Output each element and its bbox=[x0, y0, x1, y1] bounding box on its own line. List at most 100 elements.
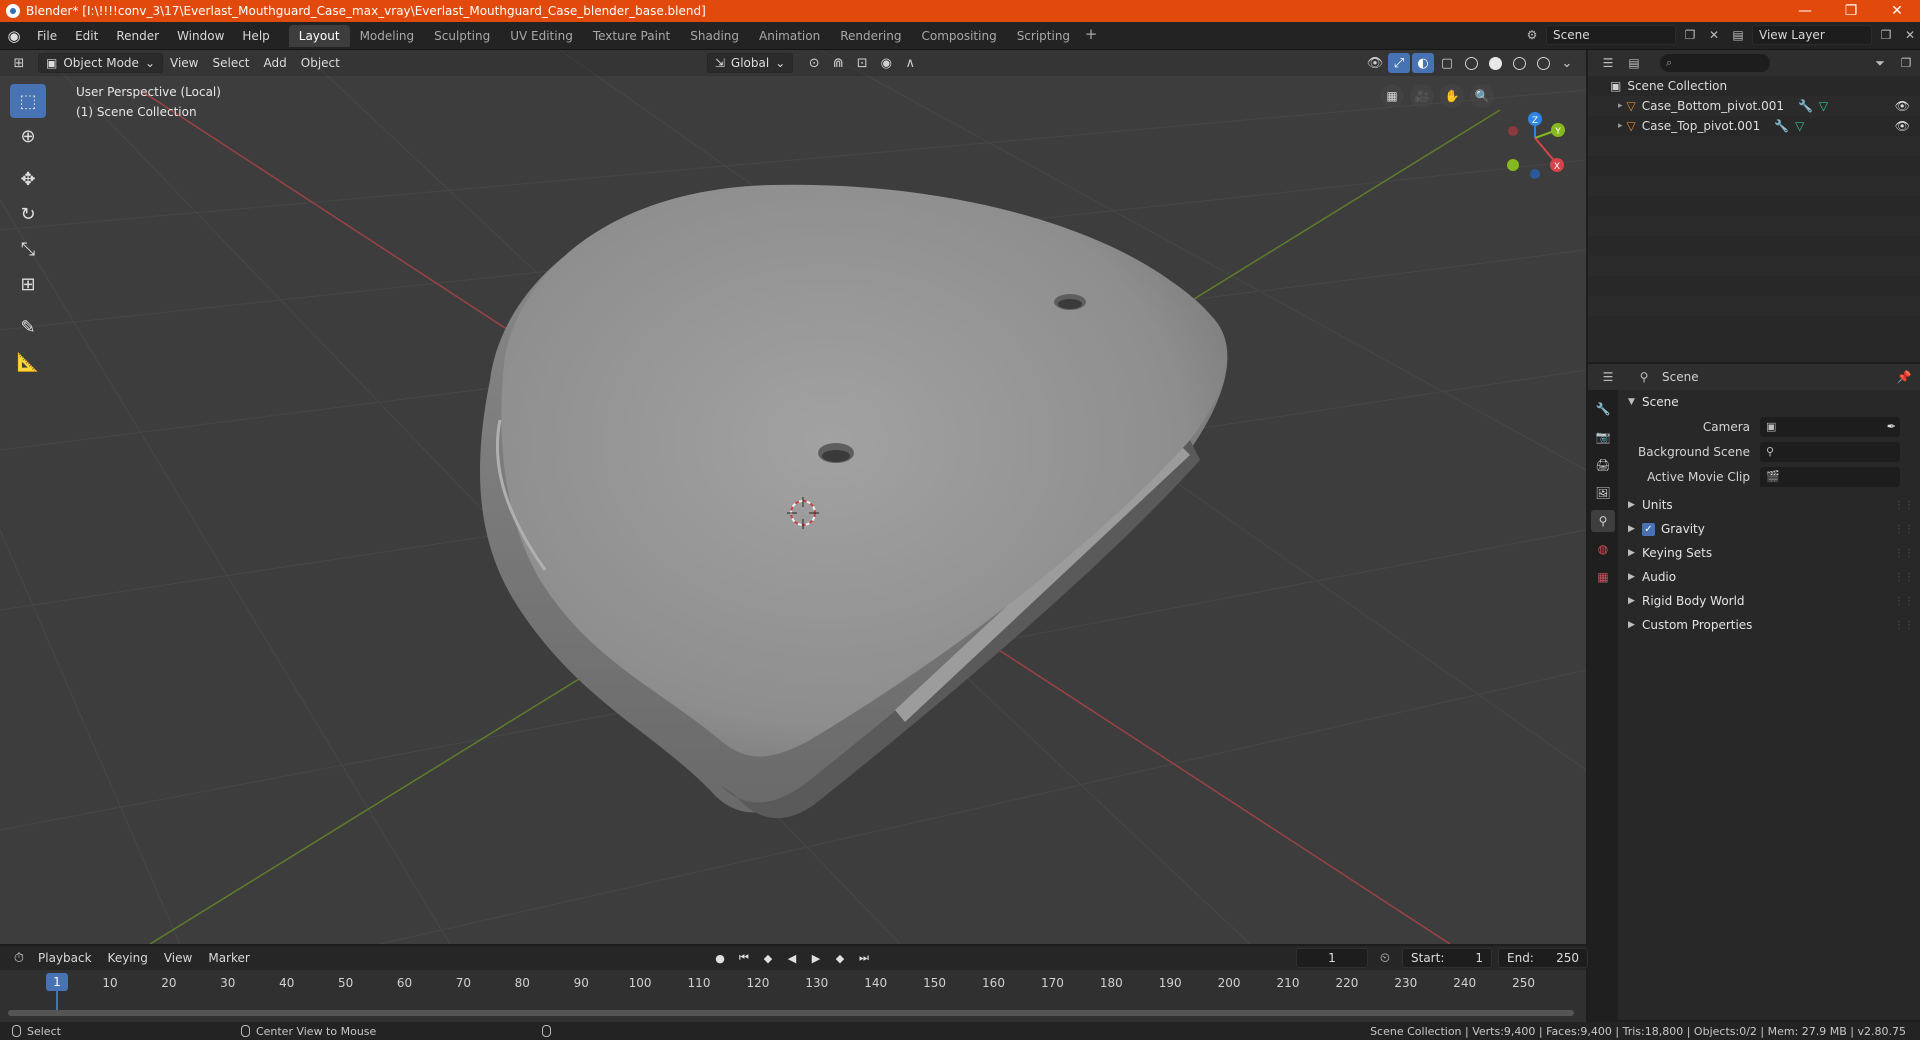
pin-icon[interactable]: 📌 bbox=[1894, 367, 1914, 387]
play-reverse-icon[interactable]: ◀ bbox=[782, 948, 802, 968]
prev-keyframe-icon[interactable]: ◆ bbox=[758, 948, 778, 968]
new-view-layer-icon[interactable]: ❐ bbox=[1876, 25, 1896, 45]
drag-handle-icon[interactable]: ⋮⋮ bbox=[1894, 620, 1914, 631]
overlay-toggle-icon[interactable]: ◐ bbox=[1412, 53, 1434, 73]
blender-logo-icon[interactable]: ◉ bbox=[0, 22, 28, 50]
menu-select[interactable]: Select bbox=[205, 53, 256, 73]
tab-modeling[interactable]: Modeling bbox=[350, 25, 425, 47]
measure-tool-icon[interactable]: 📐 bbox=[10, 345, 46, 379]
display-mode-icon[interactable]: ▤ bbox=[1624, 53, 1644, 73]
drag-handle-icon[interactable]: ⋮⋮ bbox=[1894, 548, 1914, 559]
filter-icon[interactable]: ⏷ bbox=[1870, 53, 1890, 73]
camera-field[interactable]: ▣ ✒ bbox=[1760, 416, 1900, 437]
view-layer-field[interactable]: View Layer bbox=[1752, 25, 1872, 45]
minimize-button[interactable]: — bbox=[1782, 0, 1828, 22]
menu-object[interactable]: Object bbox=[294, 53, 347, 73]
view-layer-icon[interactable]: ▤ bbox=[1728, 25, 1748, 45]
viewport-scene[interactable]: Z Y X bbox=[0, 50, 1586, 944]
gravity-section[interactable]: ▶ ✓ Gravity ⋮⋮ bbox=[1620, 517, 1920, 541]
rendered-shading-icon[interactable] bbox=[1532, 53, 1554, 73]
orientation-dropdown[interactable]: ⇲ Global ⌄ bbox=[706, 53, 794, 73]
end-frame-field[interactable]: End: 250 bbox=[1498, 948, 1588, 968]
menu-add[interactable]: Add bbox=[257, 53, 294, 73]
new-scene-icon[interactable]: ❐ bbox=[1680, 25, 1700, 45]
shading-options-icon[interactable]: ⌄ bbox=[1556, 53, 1578, 73]
modifier-wrench-icon[interactable]: 🔧 bbox=[1774, 119, 1789, 133]
next-keyframe-icon[interactable]: ◆ bbox=[830, 948, 850, 968]
jump-start-icon[interactable]: ⏮ bbox=[734, 948, 754, 968]
scene-icon[interactable]: ⚙ bbox=[1522, 25, 1542, 45]
drag-handle-icon[interactable]: ⋮⋮ bbox=[1894, 524, 1914, 535]
material-shading-icon[interactable] bbox=[1508, 53, 1530, 73]
eyedropper-icon[interactable]: ✒ bbox=[1887, 420, 1896, 433]
expand-arrow-icon[interactable]: ▸ bbox=[1618, 101, 1623, 111]
custom-properties-section[interactable]: ▶ Custom Properties ⋮⋮ bbox=[1620, 613, 1920, 637]
select-box-tool-icon[interactable]: ⬚ bbox=[10, 84, 46, 118]
output-tab-icon[interactable]: 🖨 bbox=[1591, 454, 1615, 476]
menu-window[interactable]: Window bbox=[168, 25, 233, 47]
timeline-scrollbar[interactable] bbox=[8, 1010, 1574, 1016]
tab-rendering[interactable]: Rendering bbox=[830, 25, 911, 47]
mode-dropdown[interactable]: ▣ Object Mode ⌄ bbox=[38, 53, 163, 73]
menu-render[interactable]: Render bbox=[107, 25, 168, 47]
visibility-icon[interactable]: 👁 bbox=[1364, 53, 1386, 73]
xray-toggle-icon[interactable]: ▢ bbox=[1436, 53, 1458, 73]
outliner-editor-icon[interactable]: ☰ bbox=[1598, 53, 1618, 73]
snap-target-icon[interactable]: ⊡ bbox=[851, 53, 873, 73]
tab-uv-editing[interactable]: UV Editing bbox=[500, 25, 583, 47]
toggle-ortho-icon[interactable]: ▦ bbox=[1380, 84, 1404, 108]
movie-clip-field[interactable]: 🎬 bbox=[1760, 466, 1900, 487]
units-section[interactable]: ▶ Units ⋮⋮ bbox=[1620, 493, 1920, 517]
drag-handle-icon[interactable]: ⋮⋮ bbox=[1894, 596, 1914, 607]
solid-shading-icon[interactable] bbox=[1484, 53, 1506, 73]
menu-view[interactable]: View bbox=[163, 53, 205, 73]
menu-marker[interactable]: Marker bbox=[200, 951, 257, 965]
pan-hand-icon[interactable]: ✋ bbox=[1440, 84, 1464, 108]
move-tool-icon[interactable]: ✥ bbox=[10, 162, 46, 196]
render-tab-icon[interactable]: 📷 bbox=[1591, 426, 1615, 448]
outliner-search-input[interactable]: ⌕ bbox=[1660, 54, 1770, 72]
modifier-wrench-icon[interactable]: 🔧 bbox=[1798, 99, 1813, 113]
scene-field[interactable]: Scene bbox=[1546, 25, 1676, 45]
menu-edit[interactable]: Edit bbox=[66, 25, 107, 47]
tab-scripting[interactable]: Scripting bbox=[1007, 25, 1080, 47]
properties-editor-icon[interactable]: ☰ bbox=[1598, 367, 1618, 387]
drag-handle-icon[interactable]: ⋮⋮ bbox=[1894, 572, 1914, 583]
wireframe-shading-icon[interactable] bbox=[1460, 53, 1482, 73]
editor-type-icon[interactable]: ⊞ bbox=[8, 53, 30, 73]
tree-root-row[interactable]: ▣ Scene Collection bbox=[1588, 76, 1920, 96]
current-frame-field[interactable]: 1 bbox=[1296, 948, 1368, 968]
camera-view-icon[interactable]: 🎥 bbox=[1410, 84, 1434, 108]
delete-view-layer-icon[interactable]: ✕ bbox=[1900, 25, 1920, 45]
scene-tab-icon[interactable]: ⚲ bbox=[1591, 510, 1615, 532]
tab-shading[interactable]: Shading bbox=[680, 25, 749, 47]
eye-visibility-icon[interactable]: 👁 bbox=[1895, 99, 1910, 113]
audio-section[interactable]: ▶ Audio ⋮⋮ bbox=[1620, 565, 1920, 589]
tab-layout[interactable]: Layout bbox=[288, 24, 350, 47]
menu-playback[interactable]: Playback bbox=[30, 951, 100, 965]
3d-viewport[interactable]: Z Y X ⊞ ▣ Object Mode ⌄ View Select Add … bbox=[0, 50, 1586, 944]
rotate-tool-icon[interactable]: ↻ bbox=[10, 197, 46, 231]
mesh-data-icon[interactable]: ▽ bbox=[1819, 99, 1828, 113]
record-icon[interactable]: ● bbox=[710, 948, 730, 968]
play-icon[interactable]: ▶ bbox=[806, 948, 826, 968]
transform-tool-icon[interactable]: ⊞ bbox=[10, 267, 46, 301]
tab-animation[interactable]: Animation bbox=[749, 25, 830, 47]
preview-range-icon[interactable]: ⏲ bbox=[1374, 948, 1396, 968]
falloff-icon[interactable]: ∧ bbox=[899, 53, 921, 73]
add-workspace-button[interactable]: + bbox=[1080, 25, 1102, 47]
proportional-edit-icon[interactable]: ◉ bbox=[875, 53, 897, 73]
rigid-body-world-section[interactable]: ▶ Rigid Body World ⋮⋮ bbox=[1620, 589, 1920, 613]
eye-visibility-icon[interactable]: 👁 bbox=[1895, 119, 1910, 133]
view-layer-tab-icon[interactable]: 🖼 bbox=[1591, 482, 1615, 504]
start-frame-field[interactable]: Start: 1 bbox=[1402, 948, 1492, 968]
cursor-tool-icon[interactable]: ⊕ bbox=[10, 119, 46, 153]
tab-sculpting[interactable]: Sculpting bbox=[424, 25, 500, 47]
timeline-ruler[interactable]: 10 20 30 40 50 60 70 80 90 100 110 120 130 140 150 160 1… bbox=[0, 970, 1586, 1022]
current-frame-indicator[interactable]: 1 bbox=[46, 973, 68, 991]
scale-tool-icon[interactable]: ⤡ bbox=[10, 232, 46, 266]
annotate-tool-icon[interactable]: ✎ bbox=[10, 310, 46, 344]
pivot-icon[interactable]: ⊙ bbox=[803, 53, 825, 73]
texture-tab-icon[interactable]: ▦ bbox=[1591, 566, 1615, 588]
timeline-editor-icon[interactable]: ⏱ bbox=[8, 948, 30, 968]
